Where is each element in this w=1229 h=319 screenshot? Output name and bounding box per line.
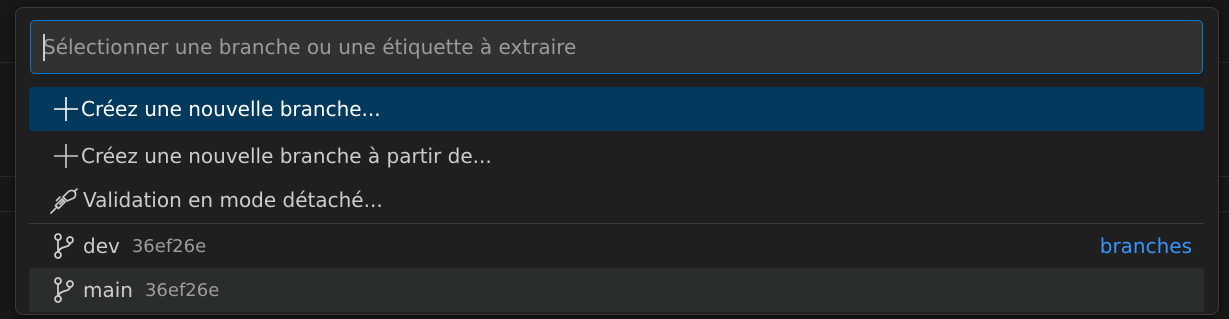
branch-search-input[interactable]	[31, 21, 1202, 73]
create-branch-item[interactable]: Créez une nouvelle branche...	[29, 87, 1204, 131]
quick-pick-input-box[interactable]	[30, 20, 1203, 74]
plus-icon	[51, 141, 81, 171]
create-branch-from-label: Créez une nouvelle branche à partir de..…	[81, 144, 492, 168]
quick-pick-list: Créez une nouvelle branche... Créez une …	[29, 87, 1204, 312]
checkout-detached-label: Validation en mode détaché...	[83, 188, 383, 212]
git-branch-icon	[49, 275, 79, 305]
branch-name: dev	[83, 234, 120, 258]
create-branch-from-item[interactable]: Créez une nouvelle branche à partir de..…	[29, 134, 1204, 178]
checkout-detached-item[interactable]: Validation en mode détaché...	[29, 178, 1204, 222]
create-branch-label: Créez une nouvelle branche...	[81, 97, 381, 121]
plus-icon	[51, 94, 81, 124]
branch-commit-hash: 36ef26e	[131, 235, 207, 257]
branch-item-dev[interactable]: dev 36ef26e branches	[29, 224, 1204, 268]
branch-item-main[interactable]: main 36ef26e	[29, 268, 1204, 312]
branches-group-label: branches	[1099, 234, 1192, 258]
branch-name: main	[83, 278, 133, 302]
git-branch-icon	[49, 231, 79, 261]
debug-disconnect-icon	[49, 185, 79, 215]
branch-quick-pick: Créez une nouvelle branche... Créez une …	[15, 7, 1219, 315]
text-caret	[43, 34, 45, 61]
branch-commit-hash: 36ef26e	[144, 279, 220, 301]
